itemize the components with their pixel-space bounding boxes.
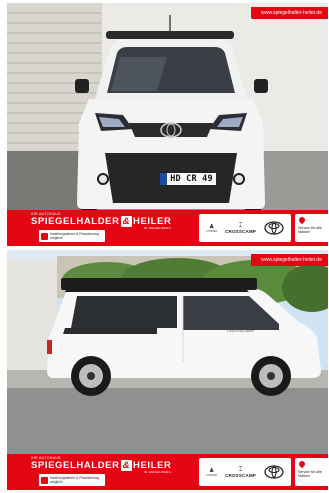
crosscamp-label: CROSSCAMP (225, 472, 257, 478)
dealer-name-part-a: SPIEGELHALDER (31, 460, 120, 471)
location-pin-icon (297, 459, 307, 469)
crosscamp-logo: ⌶ CROSSCAMP (225, 223, 256, 234)
citroen-chevron-icon: ⩓ (209, 467, 214, 474)
citroen-label: CITROËN (205, 474, 218, 477)
brand-logos: ⩓ CITROËN ⌶ CROSSCAMP (199, 214, 291, 242)
citroen-logo: ⩓ CITROËN (206, 467, 217, 477)
service-text: Service für alle Marken (298, 226, 322, 235)
eu-band (160, 173, 167, 185)
license-plate-text: HD CR 49 (170, 174, 213, 184)
crosscamp-label: CROSSCAMP (225, 228, 257, 234)
toyota-logo-icon (264, 465, 284, 479)
crosscamp-logo: ⌶ CROSSCAMP (225, 467, 256, 478)
finance-text: Inzahlungnahme & Finanzierung möglich! (50, 476, 99, 484)
brand-logos: ⩓ CITROËN ⌶ CROSSCAMP (199, 458, 291, 486)
finance-badge: Inzahlungnahme & Finanzierung möglich! (39, 230, 105, 242)
toyota-logo-icon (264, 221, 284, 235)
car-icon (41, 476, 48, 484)
car-icon (41, 232, 48, 240)
dealer-banner: IHR AUTOHAUS SPIEGELHALDER & HEILER IN HEI… (7, 454, 328, 490)
dealer-banner: IHR AUTOHAUS SPIEGELHALDER & HEILER IN HEI… (7, 210, 328, 246)
license-plate: HD CR 49 (159, 172, 217, 186)
dealer-ampersand: & (120, 216, 133, 227)
listing-photo-side[interactable]: CROSSCAMP www.spiegelhalter-heiler.de IH… (7, 250, 328, 490)
finance-text: Inzahlungnahme & Finanzierung möglich! (50, 232, 99, 240)
service-badge: Service für alle Marken (295, 458, 328, 486)
citroen-label: CITROËN (205, 230, 218, 233)
citroen-logo: ⩓ CITROËN (206, 223, 217, 233)
service-badge: Service für alle Marken (295, 214, 328, 242)
dealer-location: IN HEIDELBERG (144, 226, 172, 230)
website-url-tag[interactable]: www.spiegelhalter-heiler.de (251, 7, 328, 19)
service-text: Service für alle Marken (298, 470, 322, 479)
location-pin-icon (297, 215, 307, 225)
finance-badge: Inzahlungnahme & Finanzierung möglich! (39, 474, 105, 486)
dealer-ampersand: & (120, 460, 133, 471)
dealer-location: IN HEIDELBERG (144, 470, 172, 474)
dealer-name-part-a: SPIEGELHALDER (31, 216, 120, 227)
citroen-chevron-icon: ⩓ (209, 223, 214, 230)
listing-photo-front[interactable]: www.spiegelhalter-heiler.de HD CR 49 IHR… (7, 3, 328, 246)
van-side-decal: CROSSCAMP (227, 328, 255, 333)
website-url-tag[interactable]: www.spiegelhalter-heiler.de (251, 254, 328, 266)
